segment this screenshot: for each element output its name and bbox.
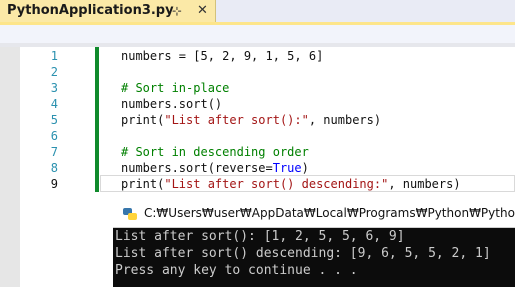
code-line: 5 print("List after sort():", numbers) — [0, 112, 515, 128]
line-number: 1 — [50, 49, 58, 63]
navigation-bar — [0, 25, 515, 44]
code-text[interactable]: numbers = [5, 2, 9, 1, 5, 6] — [121, 48, 323, 64]
code-line: 6 — [0, 128, 515, 144]
editor-tab-python-file[interactable]: PythonApplication3.py ⊹ ✕ — [0, 0, 216, 22]
console-line: Press any key to continue . . . — [115, 263, 358, 278]
keyword: True — [272, 161, 302, 175]
builtin-function: print — [121, 177, 158, 191]
line-number: 7 — [50, 145, 58, 159]
line-number: 5 — [50, 113, 58, 127]
document-tab-bar: PythonApplication3.py ⊹ ✕ — [0, 0, 515, 22]
line-number: 3 — [50, 81, 58, 95]
code-text[interactable]: numbers.sort(reverse=True) — [121, 160, 309, 176]
code-line: 2 — [0, 64, 515, 80]
close-icon[interactable]: ✕ — [197, 3, 208, 18]
console-line: List after sort() descending: [9, 6, 5, … — [115, 246, 491, 261]
console-line: List after sort(): [1, 2, 5, 5, 6, 9] — [115, 229, 405, 244]
line-number: 8 — [50, 161, 58, 175]
line-number: 2 — [50, 65, 58, 79]
line-number: 4 — [50, 97, 58, 111]
code-line: 4 numbers.sort() — [0, 96, 515, 112]
console-title-bar[interactable]: C:₩Users₩user₩AppData₩Local₩Programs₩Pyt… — [113, 201, 515, 228]
line-number: 6 — [50, 129, 58, 143]
code-comment[interactable]: # Sort in-place — [121, 80, 229, 96]
string-literal: "List after sort() descending:" — [164, 177, 389, 191]
code-text[interactable]: numbers.sort() — [121, 96, 222, 112]
code-line: 7 # Sort in descending order — [0, 144, 515, 160]
code-line: 9 print("List after sort() descending:",… — [0, 176, 515, 192]
code-text[interactable]: print("List after sort():", numbers) — [121, 112, 381, 128]
console-output: List after sort(): [1, 2, 5, 5, 6, 9] Li… — [113, 228, 515, 287]
code-text[interactable]: print("List after sort() descending:", n… — [121, 176, 461, 192]
code-line: 1 numbers = [5, 2, 9, 1, 5, 6] — [0, 48, 515, 64]
line-number-current: 9 — [50, 177, 58, 191]
console-title: C:₩Users₩user₩AppData₩Local₩Programs₩Pyt… — [144, 206, 515, 220]
console-window[interactable]: C:₩Users₩user₩AppData₩Local₩Programs₩Pyt… — [113, 201, 515, 287]
string-literal: "List after sort():" — [164, 113, 309, 127]
tab-title: PythonApplication3.py — [7, 3, 174, 18]
pin-icon[interactable]: ⊹ — [172, 4, 182, 18]
code-line: 8 numbers.sort(reverse=True) — [0, 160, 515, 176]
code-line: 3 # Sort in-place — [0, 80, 515, 96]
builtin-function: print — [121, 113, 158, 127]
code-comment[interactable]: # Sort in descending order — [121, 144, 309, 160]
python-icon — [123, 208, 137, 220]
